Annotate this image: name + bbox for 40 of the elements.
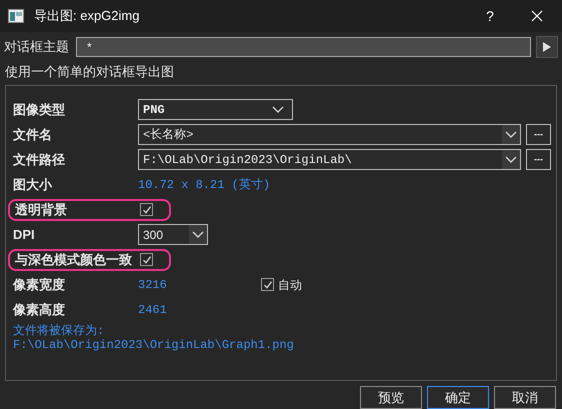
save-path-text: F:\OLab\Origin2023\OriginLab\Graph1.png — [13, 338, 295, 352]
chevron-down-icon — [505, 130, 517, 139]
play-icon — [543, 42, 551, 52]
field-label: 图像类型 — [13, 101, 66, 120]
dialog-button[interactable]: 预览 — [360, 386, 422, 409]
browse-button[interactable]: --- — [526, 124, 551, 146]
field-label: 文件名 — [13, 126, 53, 144]
field-label: 与深色模式颜色一致 — [15, 251, 133, 270]
save-path-text: 文件将被保存为: — [13, 324, 106, 338]
checkbox[interactable] — [261, 278, 274, 292]
checkbox[interactable] — [140, 253, 153, 266]
app-icon — [8, 9, 24, 23]
chevron-down-icon — [192, 230, 204, 239]
chevron-down-icon — [272, 106, 284, 114]
dropdown[interactable]: 300 — [138, 224, 208, 246]
combo-field[interactable]: <长名称> — [138, 124, 521, 146]
browse-button[interactable]: --- — [526, 149, 551, 170]
close-icon — [531, 10, 543, 22]
field-label: 文件路径 — [13, 151, 66, 170]
chevron-down-icon — [505, 156, 517, 164]
field-label: 像素高度 — [13, 301, 66, 320]
description-text: 使用一个简单的对话框导出图 — [4, 62, 175, 81]
theme-label: 对话框主题 — [4, 38, 70, 56]
field-label: DPI — [13, 226, 36, 244]
checkbox-label: 自动 — [278, 276, 302, 294]
dropdown[interactable]: PNG — [138, 99, 293, 120]
field-label: 图大小 — [13, 176, 54, 194]
field-label: 像素宽度 — [13, 276, 66, 294]
help-button[interactable]: ? — [468, 6, 512, 26]
theme-field[interactable]: * — [76, 36, 531, 57]
checkbox[interactable] — [140, 203, 153, 216]
dialog-button[interactable]: 确定 — [427, 386, 489, 409]
value-text: 3216 — [138, 276, 168, 294]
value-text: 2461 — [138, 302, 168, 319]
window-title: 导出图: expG2img — [34, 7, 140, 26]
dialog-button[interactable]: 取消 — [494, 386, 556, 409]
field-label: 透明背景 — [15, 201, 68, 220]
value-text: 10.72 x 8.21 (英寸) — [138, 176, 270, 194]
combo-field[interactable]: F:\OLab\Origin2023\OriginLab\ — [138, 149, 521, 170]
play-button[interactable] — [536, 36, 558, 58]
